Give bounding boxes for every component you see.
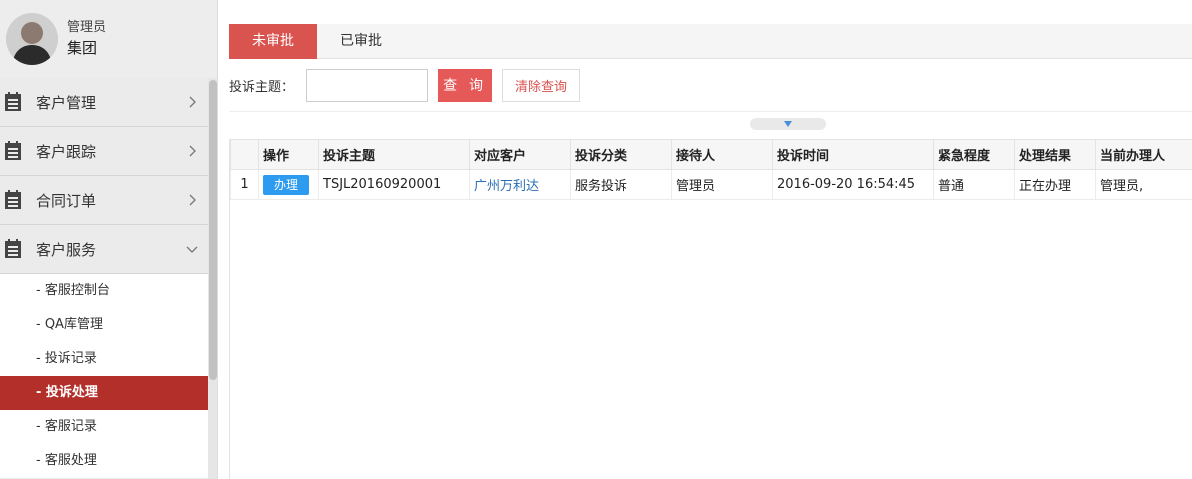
chevron-right-icon (189, 96, 196, 108)
submenu-item-service-console[interactable]: - 客服控制台 (0, 274, 208, 308)
sidebar-item-customer-service[interactable]: 客户服务 (0, 225, 208, 274)
submenu-item-service-records[interactable]: - 客服记录 (0, 410, 208, 444)
tab-approved[interactable]: 已审批 (317, 24, 405, 59)
clear-query-button[interactable]: 清除查询 (502, 68, 581, 102)
column-header-receiver[interactable]: 接待人 (671, 139, 773, 170)
sidebar-nav: 客户管理 客户跟踪 合同订单 客户服务 - 客服控制台 - QA库管理 - 投诉… (0, 78, 208, 478)
query-button[interactable]: 查 询 (438, 68, 493, 102)
list-icon (2, 140, 24, 162)
table-row[interactable]: 1 办理 TSJL20160920001 广州万利达 服务投诉 管理员 2016… (230, 169, 1192, 200)
sidebar-scrollbar[interactable] (208, 78, 217, 479)
list-icon (2, 238, 24, 260)
list-icon (2, 189, 24, 211)
collapse-bar (229, 112, 1192, 138)
sidebar-item-customer-tracking[interactable]: 客户跟踪 (0, 127, 208, 176)
list-icon (2, 91, 24, 113)
scrollbar-thumb[interactable] (209, 80, 217, 380)
tab-unapproved[interactable]: 未审批 (229, 24, 317, 59)
filter-bar: 投诉主题： 查 询 清除查询 (229, 59, 1192, 112)
row-action-cell: 办理 (258, 169, 319, 200)
submenu-item-qa-library[interactable]: - QA库管理 (0, 308, 208, 342)
column-header-result[interactable]: 处理结果 (1014, 139, 1096, 170)
column-header-urgency[interactable]: 紧急程度 (933, 139, 1015, 170)
filter-label: 投诉主题： (229, 79, 295, 95)
sidebar: 管理员 集团 客户管理 客户跟踪 合同订单 客户服务 - 客服控制台 - QA库… (0, 0, 218, 479)
user-profile: 管理员 集团 (0, 0, 217, 78)
row-urgency: 普通 (933, 169, 1015, 200)
column-header-customer[interactable]: 对应客户 (469, 139, 571, 170)
sidebar-item-label: 合同订单 (36, 191, 97, 210)
row-time: 2016-09-20 16:54:45 (772, 169, 934, 200)
submenu-item-complaint-handling[interactable]: - 投诉处理 (0, 376, 208, 410)
submenu-item-service-handling[interactable]: - 客服处理 (0, 444, 208, 478)
row-category: 服务投诉 (570, 169, 672, 200)
sidebar-item-label: 客户跟踪 (36, 142, 97, 161)
main-content: 未审批 已审批 投诉主题： 查 询 清除查询 操作 投诉主题 对应客户 投诉分类 (229, 24, 1192, 479)
chevron-right-icon (189, 145, 196, 157)
sidebar-item-label: 客户管理 (36, 93, 97, 112)
profile-org: 集团 (67, 39, 98, 57)
triangle-down-icon (784, 120, 792, 127)
complaint-subject-input[interactable] (306, 68, 429, 102)
chevron-down-icon (186, 246, 198, 253)
column-header-category[interactable]: 投诉分类 (570, 139, 672, 170)
submenu-item-complaint-records[interactable]: - 投诉记录 (0, 342, 208, 376)
table-header-row: 操作 投诉主题 对应客户 投诉分类 接待人 投诉时间 紧急程度 处理结果 当前办… (230, 139, 1192, 170)
complaint-table: 操作 投诉主题 对应客户 投诉分类 接待人 投诉时间 紧急程度 处理结果 当前办… (230, 139, 1192, 200)
avatar[interactable] (6, 13, 58, 65)
row-customer-cell: 广州万利达 (469, 169, 571, 200)
customer-link[interactable]: 广州万利达 (474, 179, 539, 194)
complaint-grid: 操作 投诉主题 对应客户 投诉分类 接待人 投诉时间 紧急程度 处理结果 当前办… (229, 139, 1192, 479)
column-header-time[interactable]: 投诉时间 (772, 139, 934, 170)
row-number: 1 (230, 169, 259, 200)
collapse-toggle[interactable] (750, 118, 826, 130)
row-result: 正在办理 (1014, 169, 1096, 200)
row-receiver: 管理员 (671, 169, 773, 200)
chevron-right-icon (189, 194, 196, 206)
column-header-subject[interactable]: 投诉主题 (318, 139, 470, 170)
tab-bar: 未审批 已审批 (229, 24, 1192, 59)
handle-button[interactable]: 办理 (263, 174, 309, 195)
row-subject: TSJL20160920001 (318, 169, 470, 200)
column-header-handler[interactable]: 当前办理人 (1095, 139, 1192, 170)
column-header-index (230, 139, 259, 170)
sidebar-item-customer-management[interactable]: 客户管理 (0, 78, 208, 127)
sidebar-item-label: 客户服务 (36, 240, 97, 259)
submenu-customer-service: - 客服控制台 - QA库管理 - 投诉记录 - 投诉处理 - 客服记录 - 客… (0, 274, 208, 478)
row-handler: 管理员, (1095, 169, 1192, 200)
column-header-action[interactable]: 操作 (258, 139, 319, 170)
profile-role: 管理员 (67, 20, 107, 35)
sidebar-item-contract-orders[interactable]: 合同订单 (0, 176, 208, 225)
